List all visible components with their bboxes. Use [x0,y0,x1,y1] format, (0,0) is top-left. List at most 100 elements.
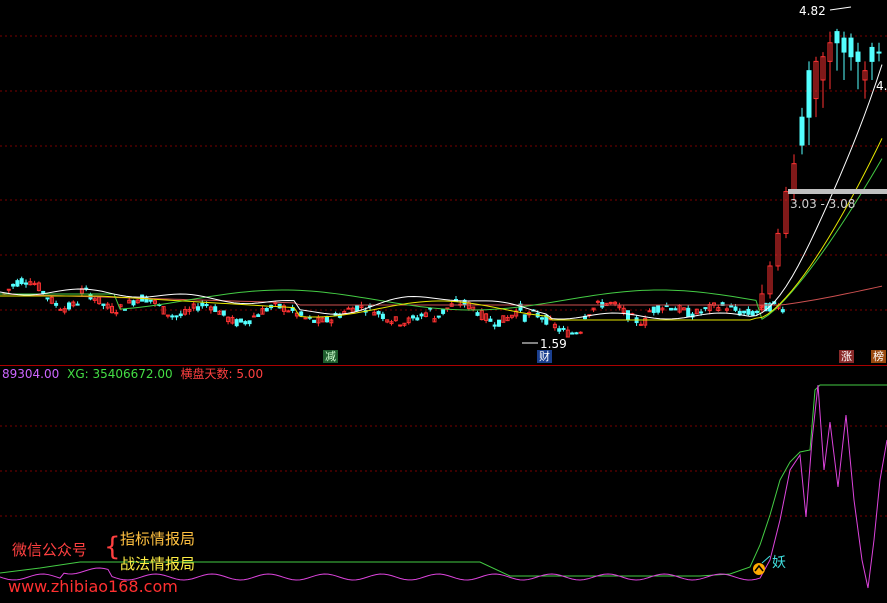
candle-body [380,313,385,319]
candle-body [651,306,656,313]
xg-value: 35406672.00 [92,367,173,381]
event-tag-finance[interactable]: 财 [537,350,552,363]
candle-body [170,315,175,318]
candle-body [411,315,415,319]
indicator-first-value: 89304.00 [2,367,60,381]
ma-line-green [0,158,883,321]
candle-body [673,308,678,311]
event-tag-ranking[interactable]: 榜 [871,350,886,363]
right-edge-value: 4. [876,79,887,93]
candle-body [626,310,630,321]
candle-body [19,278,24,284]
candle-body [148,299,153,302]
candle-body [144,296,149,303]
candle-body [488,318,493,322]
high-price-marker: 4.82 [799,4,826,18]
candle-body [11,283,16,287]
candle-body [415,317,420,321]
xg-label: XG: [67,367,89,381]
event-tag-text: 减 [325,350,336,363]
candle-body [6,288,11,291]
candle-body [221,310,226,316]
event-tag-text: 财 [539,350,550,363]
candle-body [855,51,861,62]
candle-body [799,116,805,146]
chart-canvas[interactable] [0,0,887,603]
candle-body [608,301,613,304]
candle-body [441,309,446,314]
candle-body [75,303,80,306]
flat-days-value: 5.00 [236,367,264,381]
candle-body [178,313,183,317]
candle-body [67,302,71,310]
candle-body [703,307,708,310]
candle-body [45,297,50,300]
candle-body [251,315,256,318]
candle-body [806,70,812,118]
candle-body [848,37,854,58]
event-tag-text: 榜 [873,350,884,363]
candle-body [355,305,360,312]
candle-body [497,319,501,327]
candle-body [312,319,317,323]
candle-body [475,312,480,316]
stock-chart-window: 4.82 4. 1.59 3.03 - 3.08 减 财 涨 榜 89304.0… [0,0,887,603]
watermark-url[interactable]: www.zhibiao168.com [8,577,178,596]
candle-body [299,311,304,316]
price-range-label: 3.03 - 3.08 [790,197,856,211]
candle-body [15,280,20,287]
candle-body [101,303,106,306]
signal-text: 妖 [772,555,786,571]
candle-body [213,306,218,312]
candle-body [239,318,243,323]
candle-body [256,314,261,317]
high-marker-arrow [829,6,852,11]
candle-body [574,332,579,335]
candle-body [273,302,278,305]
event-tag-text: 涨 [841,350,852,363]
candle-body [247,320,252,325]
candle-body [54,302,59,306]
candle-body [24,282,28,285]
candle-body [750,311,755,316]
candle-body [264,308,269,312]
ma-line-white [0,64,883,320]
candle-body [669,307,673,311]
candle-body [686,307,691,318]
candle-body [436,315,441,318]
candle-body [733,306,738,311]
candle-body [755,310,759,313]
candle-body [656,305,661,313]
candle-body [376,311,381,315]
ma-line-yellow [0,138,883,321]
candle-body [200,302,205,307]
candle-body [869,46,875,62]
candle-body [325,316,329,323]
brace-symbol: { [104,532,121,562]
candle-body [746,308,751,315]
event-tag-reduce[interactable]: 减 [323,350,338,363]
candle-body [286,310,291,313]
candle-body [58,308,63,311]
event-tag-rise[interactable]: 涨 [839,350,854,363]
wechat-label: 微信公众号 [12,541,88,559]
candle-body [492,324,497,327]
candle-body [729,305,734,308]
candle-body [876,51,882,54]
candle-body [174,315,179,318]
flat-days-label: 横盘天数: [180,367,233,381]
candle-body [303,317,308,320]
candle-body [780,309,785,313]
low-price-marker: 1.59 [540,337,567,351]
candle-body [742,310,747,314]
candle-body [561,327,566,330]
candle-body [196,306,200,311]
candle-body [578,331,583,334]
candle-body [234,319,239,327]
candle-body [834,31,840,44]
candle-body [699,311,704,314]
candle-body [647,310,652,313]
watermark-line-1: 指标情报局 [120,530,196,548]
watermark-line-2: 战法情报局 [120,555,196,573]
candle-body [243,321,248,325]
